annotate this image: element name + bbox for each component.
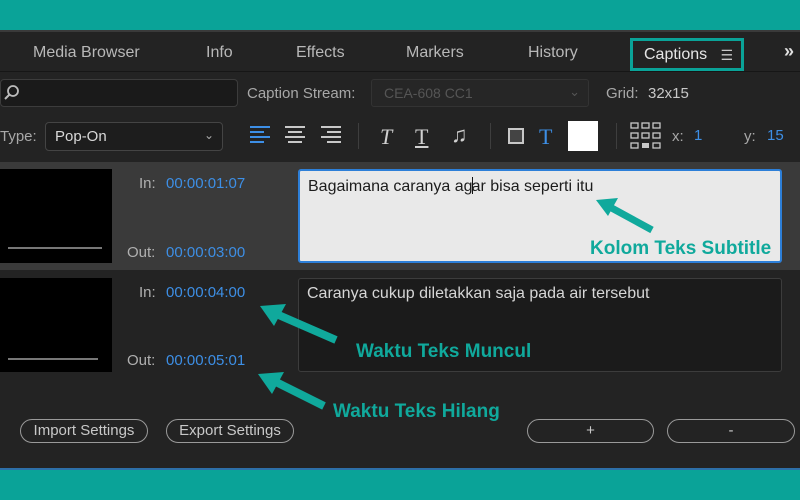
italic-icon[interactable]: T <box>380 124 392 150</box>
hamburger-menu-icon[interactable]: ☰ <box>720 47 733 64</box>
type-label: Type: <box>0 128 37 145</box>
import-settings-button[interactable]: Import Settings <box>20 419 148 443</box>
out-timecode[interactable]: 00:00:03:00 <box>166 244 245 261</box>
annotation-arrow-icon <box>260 304 338 344</box>
caption-thumbnail <box>0 278 112 372</box>
in-label: In: <box>139 175 156 192</box>
thumbnail-caption-preview <box>8 247 102 249</box>
caption-stream-label: Caption Stream: <box>247 85 356 102</box>
type-value: Pop-On <box>55 128 107 145</box>
grid-value: 32x15 <box>648 85 689 102</box>
annotation-arrow-icon <box>258 372 326 410</box>
toolbar-divider <box>490 123 491 149</box>
align-left-icon[interactable] <box>249 124 271 144</box>
toolbar-divider <box>616 123 617 149</box>
in-timecode[interactable]: 00:00:04:00 <box>166 284 245 301</box>
tab-markers[interactable]: Markers <box>406 44 464 62</box>
toolbar-divider <box>358 123 359 149</box>
out-label: Out: <box>127 352 156 369</box>
tab-media-browser[interactable]: Media Browser <box>33 44 140 62</box>
annotation-text-column: Kolom Teks Subtitle <box>590 238 772 259</box>
out-label: Out: <box>127 244 156 261</box>
caption-text-after-caret: ar bisa seperti itu <box>471 178 594 195</box>
tab-captions-label: Captions <box>644 46 708 63</box>
underline-icon[interactable]: T <box>415 124 428 150</box>
in-timecode[interactable]: 00:00:01:07 <box>166 175 245 192</box>
chevron-down-icon: ⌄ <box>203 128 214 142</box>
x-value[interactable]: 1 <box>694 127 702 144</box>
out-timecode[interactable]: 00:00:05:01 <box>166 352 245 369</box>
tab-effects[interactable]: Effects <box>296 44 345 62</box>
captions-panel: Media Browser Info Effects Markers Histo… <box>0 30 800 470</box>
in-label: In: <box>139 284 156 301</box>
y-label: y: <box>744 128 756 145</box>
add-caption-button[interactable]: + <box>527 419 654 443</box>
bottom-teal-band <box>0 470 800 500</box>
type-select[interactable]: Pop-On ⌄ <box>45 122 223 151</box>
export-settings-button[interactable]: Export Settings <box>166 419 294 443</box>
caption-stream-value: CEA-608 CC1 <box>384 85 473 101</box>
remove-caption-button[interactable]: - <box>667 419 795 443</box>
align-center-icon[interactable] <box>284 124 306 144</box>
grid-label: Grid: <box>606 85 639 102</box>
music-note-icon[interactable]: ♫ <box>451 122 468 148</box>
search-icon <box>4 85 19 100</box>
tab-history[interactable]: History <box>528 44 578 62</box>
annotation-appear-time: Waktu Teks Muncul <box>356 341 532 362</box>
top-teal-band <box>0 0 800 30</box>
annotation-disappear-time: Waktu Teks Hilang <box>333 401 500 422</box>
x-label: x: <box>672 128 684 145</box>
panel-tab-bar: Media Browser Info Effects Markers Histo… <box>0 32 800 72</box>
caption-thumbnail <box>0 169 112 263</box>
thumbnail-caption-preview <box>8 358 98 360</box>
annotation-arrow-icon <box>596 198 654 234</box>
tab-info[interactable]: Info <box>206 44 233 62</box>
y-value[interactable]: 15 <box>767 127 784 144</box>
chevron-down-icon: ⌄ <box>569 84 580 99</box>
text-color-icon[interactable]: T <box>539 124 552 150</box>
background-color-icon[interactable] <box>508 128 524 144</box>
tab-captions[interactable]: Captions ☰ <box>630 38 744 71</box>
color-swatch[interactable] <box>568 121 598 151</box>
grid-position-icon[interactable] <box>630 122 662 152</box>
caption-text-before-caret: Bagaimana caranya ag <box>308 178 473 195</box>
search-input[interactable] <box>0 79 238 107</box>
align-right-icon[interactable] <box>320 124 342 144</box>
caption-stream-select[interactable]: CEA-608 CC1 ⌄ <box>371 79 589 107</box>
overflow-chevron-icon[interactable]: » <box>784 41 794 62</box>
